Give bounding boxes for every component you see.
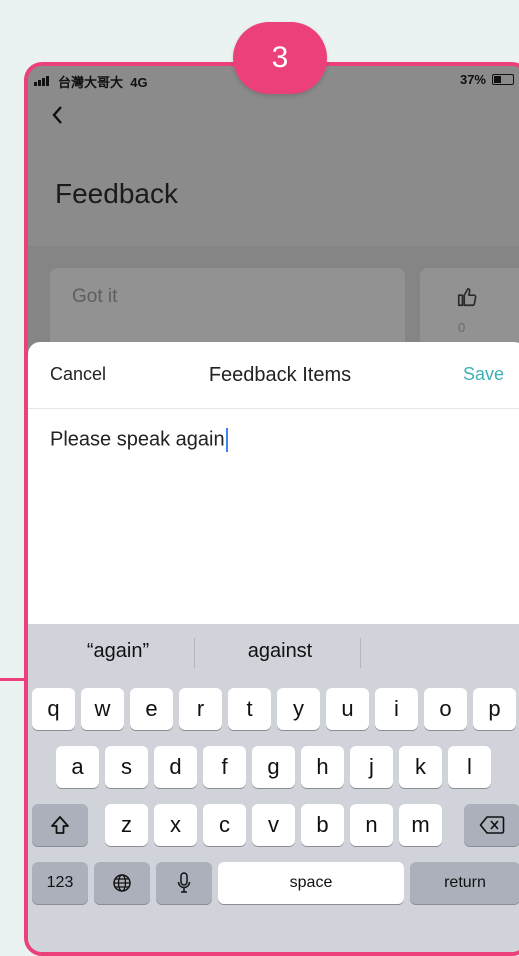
globe-key[interactable] xyxy=(94,862,150,904)
key-t[interactable]: t xyxy=(228,688,271,730)
key-z[interactable]: z xyxy=(105,804,148,846)
key-x[interactable]: x xyxy=(154,804,197,846)
connector-line xyxy=(0,678,26,681)
carrier-label: 台灣大哥大 4G xyxy=(58,75,148,90)
delete-key[interactable] xyxy=(464,804,519,846)
key-m[interactable]: m xyxy=(399,804,442,846)
key-o[interactable]: o xyxy=(424,688,467,730)
suggestion-divider xyxy=(194,638,195,668)
key-u[interactable]: u xyxy=(326,688,369,730)
suggestion-item[interactable]: against xyxy=(210,640,350,663)
key-y[interactable]: y xyxy=(277,688,320,730)
key-b[interactable]: b xyxy=(301,804,344,846)
numbers-key[interactable]: 123 xyxy=(32,862,88,904)
chevron-left-icon xyxy=(52,106,62,124)
key-h[interactable]: h xyxy=(301,746,344,788)
globe-icon xyxy=(113,874,131,892)
save-button[interactable]: Save xyxy=(463,364,504,385)
page-title: Feedback xyxy=(55,178,178,209)
microphone-key[interactable] xyxy=(156,862,212,904)
like-count: 0 xyxy=(458,320,466,335)
key-s[interactable]: s xyxy=(105,746,148,788)
signal-icon xyxy=(34,76,49,86)
key-i[interactable]: i xyxy=(375,688,418,730)
backspace-icon xyxy=(479,816,505,834)
feedback-text-input[interactable]: Please speak again xyxy=(50,428,228,452)
shift-key[interactable] xyxy=(32,804,88,846)
key-w[interactable]: w xyxy=(81,688,124,730)
suggestion-divider xyxy=(360,638,361,668)
key-e[interactable]: e xyxy=(130,688,173,730)
key-n[interactable]: n xyxy=(350,804,393,846)
key-p[interactable]: p xyxy=(473,688,516,730)
key-r[interactable]: r xyxy=(179,688,222,730)
feedback-item-text: Got it xyxy=(72,286,118,307)
sheet-title: Feedback Items xyxy=(208,364,352,386)
space-key[interactable]: space xyxy=(218,862,404,904)
battery-icon xyxy=(492,74,514,85)
back-button[interactable] xyxy=(50,104,74,132)
return-key[interactable]: return xyxy=(410,862,519,904)
input-value: Please speak again xyxy=(50,428,225,451)
sheet-header: Cancel Feedback Items Save xyxy=(28,342,519,409)
step-badge: 3 xyxy=(233,22,327,94)
thumbs-up-icon[interactable] xyxy=(456,286,478,308)
key-v[interactable]: v xyxy=(252,804,295,846)
key-a[interactable]: a xyxy=(56,746,99,788)
suggestion-item[interactable]: “again” xyxy=(48,640,188,663)
suggestion-bar: “again” against xyxy=(28,624,519,682)
key-l[interactable]: l xyxy=(448,746,491,788)
key-j[interactable]: j xyxy=(350,746,393,788)
text-caret xyxy=(225,428,228,452)
key-f[interactable]: f xyxy=(203,746,246,788)
shift-icon xyxy=(51,816,69,834)
microphone-icon xyxy=(177,872,191,893)
key-g[interactable]: g xyxy=(252,746,295,788)
key-c[interactable]: c xyxy=(203,804,246,846)
battery-percent: 37% xyxy=(459,72,486,87)
keyboard: “again” against q w e r t y u i o p a s … xyxy=(28,624,519,952)
phone-frame: 台灣大哥大 4G 37% Feedback Got it 0 Cancel Fe… xyxy=(24,62,519,956)
key-q[interactable]: q xyxy=(32,688,75,730)
key-d[interactable]: d xyxy=(154,746,197,788)
key-k[interactable]: k xyxy=(399,746,442,788)
